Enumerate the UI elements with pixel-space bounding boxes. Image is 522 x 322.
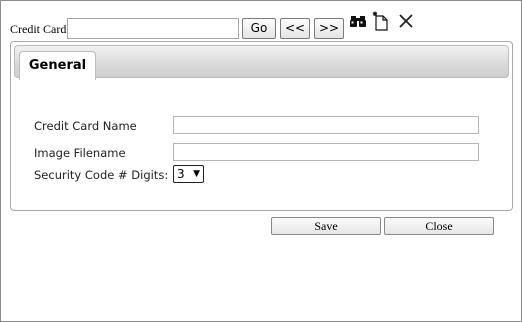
close-button[interactable]: Close <box>384 217 494 235</box>
credit-card-name-input[interactable] <box>173 116 479 134</box>
go-button[interactable]: Go <box>242 18 276 39</box>
chevron-down-icon: ▼ <box>193 169 200 179</box>
security-digits-select[interactable]: 3 ▼ <box>173 165 204 183</box>
security-digits-label: Security Code # Digits: <box>34 168 169 182</box>
credit-card-input[interactable] <box>67 18 239 39</box>
image-filename-label: Image Filename <box>34 146 126 160</box>
binoculars-icon[interactable] <box>348 11 368 31</box>
credit-card-label: Credit Card: <box>10 22 70 36</box>
new-document-icon[interactable] <box>371 11 391 31</box>
save-button[interactable]: Save <box>271 217 381 235</box>
details-panel: General Credit Card Name Image Filename … <box>10 41 513 211</box>
credit-card-name-label: Credit Card Name <box>34 119 137 133</box>
security-digits-value: 3 <box>177 167 185 181</box>
image-filename-input[interactable] <box>173 143 479 161</box>
close-icon[interactable] <box>396 11 416 31</box>
tab-bar: General <box>14 45 509 80</box>
dialog-frame: Credit Card: Go << >> General Credit Car… <box>0 0 522 322</box>
next-button[interactable]: >> <box>314 18 344 39</box>
previous-button[interactable]: << <box>280 18 310 39</box>
tab-general[interactable]: General <box>19 51 96 80</box>
